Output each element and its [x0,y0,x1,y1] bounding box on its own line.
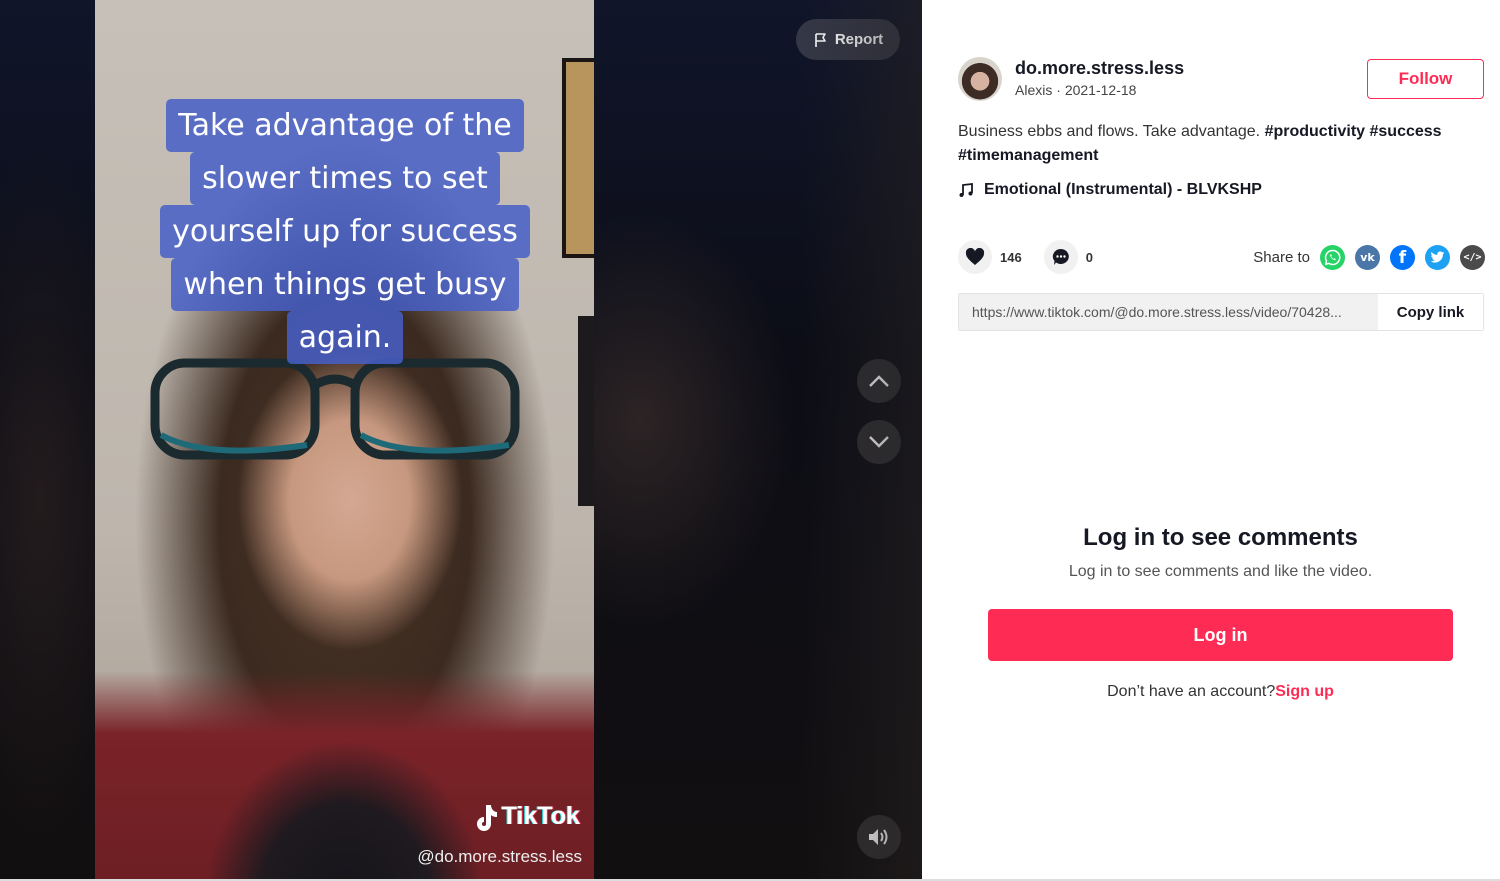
caption-line: slower times to set [190,152,500,205]
background-dark-frame [578,316,594,506]
video-caption-overlay: Take advantage of the slower times to se… [140,99,550,364]
embed-code-icon: </> [1463,252,1482,263]
post-date: 2021-12-18 [1064,82,1137,98]
video-details-panel: do.more.stress.less Alexis · 2021-12-18 … [922,0,1500,881]
author-separator: · [1052,82,1065,98]
tiktok-video-page: Take advantage of the slower times to se… [0,0,1500,881]
volume-button[interactable] [857,815,901,859]
report-button[interactable]: Report [796,19,900,60]
music-info[interactable]: Emotional (Instrumental) - BLVKSHP [958,181,1262,199]
author-avatar[interactable] [958,57,1002,101]
comments-login-subtitle: Log in to see comments and like the vide… [1068,563,1373,580]
comments-login-title: Log in to see comments [1083,524,1358,551]
video-frame[interactable]: Take advantage of the slower times to se… [95,0,594,881]
comment-icon [1052,248,1069,265]
description-text: Business ebbs and flows. Take advantage. [958,123,1265,140]
comment-count: 0 [1085,249,1093,265]
author-username[interactable]: do.more.stress.less [1015,57,1184,79]
twitter-icon [1430,251,1445,263]
hashtag-link[interactable]: #timemanagement [958,147,1099,164]
like-button[interactable] [958,240,992,274]
caption-line: again. [286,311,404,364]
video-description: Business ebbs and flows. Take advantage.… [958,120,1478,168]
share-embed-button[interactable]: </> [1460,245,1485,270]
tiktok-watermark: TikTok [472,802,580,831]
share-whatsapp-button[interactable] [1320,245,1345,270]
caption-line: yourself up for success [160,205,530,258]
hashtag-link[interactable]: #productivity [1265,123,1365,140]
share-bar: Share to vk f </> [1253,245,1485,270]
like-count: 146 [1000,249,1022,265]
heart-icon [965,248,985,265]
hashtag-link[interactable]: #success [1370,123,1442,140]
caption-line: when things get busy [171,258,519,311]
login-button[interactable]: Log in [988,609,1453,661]
tiktok-logo-icon [476,804,497,831]
whatsapp-icon [1324,249,1341,266]
previous-video-button[interactable] [857,359,901,403]
chevron-up-icon [869,375,889,387]
follow-button[interactable]: Follow [1367,59,1484,99]
next-video-button[interactable] [857,420,901,464]
music-title[interactable]: Emotional (Instrumental) - BLVKSHP [984,181,1262,199]
facebook-icon: f [1398,247,1407,268]
background-picture-frame [562,58,594,258]
flag-icon [815,32,826,47]
report-label: Report [834,31,884,48]
vk-icon: vk [1360,251,1375,264]
watermark-handle: @do.more.stress.less [417,847,582,866]
engagement-actions: 146 0 [958,240,1115,274]
video-person-glasses [150,358,520,460]
share-vk-button[interactable]: vk [1355,245,1380,270]
author-display-name: Alexis [1015,82,1053,98]
caption-line: Take advantage of the [166,99,524,152]
share-facebook-button[interactable]: f [1390,245,1415,270]
volume-icon [869,829,888,845]
signup-prompt-text: Don’t have an account? [1107,683,1276,700]
video-link-field[interactable]: https://www.tiktok.com/@do.more.stress.l… [959,294,1378,330]
chevron-down-icon [869,436,889,448]
watermark-brand: TikTok [501,802,580,830]
comment-button[interactable] [1043,240,1078,274]
signup-prompt: Don’t have an account?Sign up [922,683,1500,701]
share-label: Share to [1253,249,1310,266]
author-subline: Alexis · 2021-12-18 [1015,79,1184,101]
author-info[interactable]: do.more.stress.less Alexis · 2021-12-18 [958,57,1184,101]
signup-link[interactable]: Sign up [1275,683,1334,700]
music-note-icon [959,182,973,197]
copy-link-row: https://www.tiktok.com/@do.more.stress.l… [958,293,1484,331]
share-twitter-button[interactable] [1425,245,1450,270]
copy-link-button[interactable]: Copy link [1378,294,1483,330]
video-player-area[interactable]: Take advantage of the slower times to se… [0,0,922,881]
